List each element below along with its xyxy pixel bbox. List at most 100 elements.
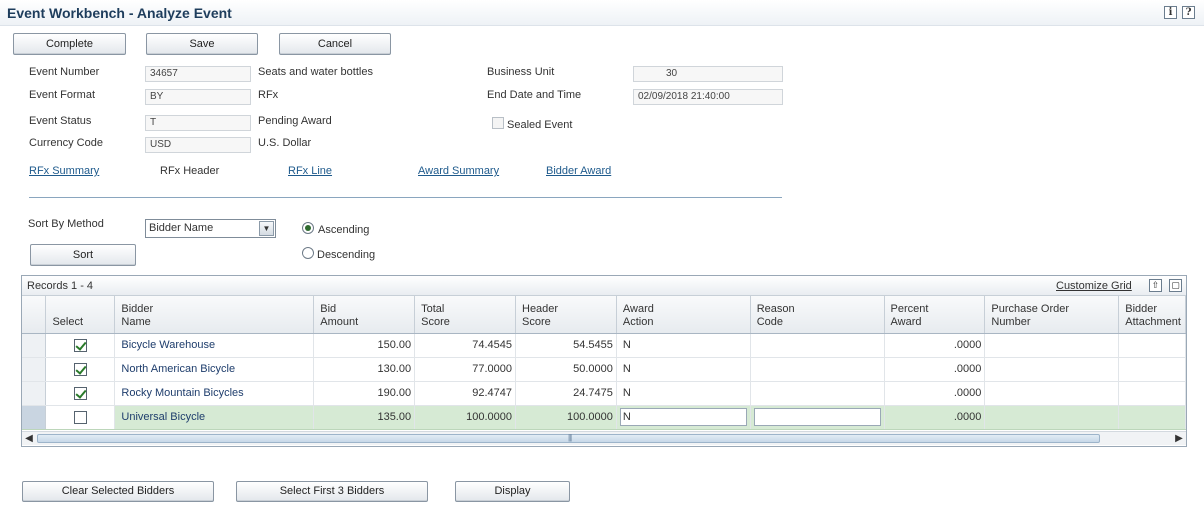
select-cell[interactable] (45, 405, 116, 430)
reason-code-cell[interactable] (750, 405, 885, 430)
complete-button[interactable]: Complete (13, 33, 126, 55)
horizontal-scrollbar[interactable]: ◀ ||| ▶ (22, 431, 1186, 445)
scroll-left-icon[interactable]: ◀ (22, 432, 36, 445)
info-icon[interactable]: i (1164, 6, 1177, 19)
reason-code-cell[interactable] (750, 357, 885, 382)
export-icon[interactable]: ⇧ (1149, 279, 1162, 292)
bidder-award-link[interactable]: Bidder Award (546, 165, 611, 177)
end-date-label: End Date and Time (487, 89, 582, 101)
col-label: Bidder (121, 302, 154, 315)
table-row-selected[interactable]: Universal Bicycle 135.00 100.0000 100.00… (22, 405, 1186, 430)
percent-award-cell: .0000 (884, 405, 986, 430)
award-summary-link[interactable]: Award Summary (418, 165, 499, 177)
maximize-icon[interactable]: ▢ (1169, 279, 1182, 292)
po-number-cell (984, 405, 1120, 430)
event-status-description: Pending Award (258, 115, 332, 127)
col-label: Score (522, 315, 551, 328)
row-header[interactable] (22, 357, 47, 382)
po-number-cell (984, 333, 1120, 358)
col-label: Amount (320, 315, 359, 328)
percent-award-cell: .0000 (884, 357, 986, 382)
column-bidder-name[interactable]: Bidder Name (114, 296, 315, 334)
clear-selected-bidders-button[interactable]: Clear Selected Bidders (22, 481, 214, 502)
scroll-right-icon[interactable]: ▶ (1172, 432, 1186, 445)
percent-award-cell: .0000 (884, 333, 986, 358)
column-header-score[interactable]: Header Score (515, 296, 617, 334)
reason-code-cell[interactable] (750, 381, 885, 406)
column-po-number[interactable]: Purchase Order Number (984, 296, 1120, 334)
grip-icon: ||| (568, 433, 572, 442)
row-header[interactable] (22, 381, 47, 406)
award-action-cell[interactable]: N (616, 333, 751, 358)
sort-method-select[interactable]: Bidder Name ▼ (145, 219, 276, 238)
descending-radio[interactable] (302, 247, 314, 259)
table-row[interactable]: Bicycle Warehouse 150.00 74.4545 54.5455… (22, 333, 1186, 358)
col-label: Score (421, 315, 450, 328)
column-bid-amount[interactable]: Bid Amount (313, 296, 416, 334)
col-label: Total (421, 302, 445, 315)
bid-amount-cell: 190.00 (313, 381, 416, 406)
customize-grid-link[interactable]: Customize Grid (1056, 280, 1132, 292)
help-icon[interactable]: ? (1182, 6, 1195, 19)
select-checkbox[interactable] (73, 338, 87, 352)
event-number-description: Seats and water bottles (258, 66, 373, 78)
award-action-cell[interactable]: N (616, 405, 751, 430)
descending-label: Descending (317, 249, 376, 261)
sort-by-method-label: Sort By Method (28, 218, 104, 230)
bidder-attachment-cell[interactable] (1118, 333, 1186, 358)
award-action-input[interactable]: N (619, 408, 747, 426)
column-total-score[interactable]: Total Score (414, 296, 516, 334)
column-percent-award[interactable]: Percent Award (884, 296, 986, 334)
cancel-button[interactable]: Cancel (279, 33, 391, 55)
rfx-summary-link[interactable]: RFx Summary (29, 165, 99, 177)
bidder-name-cell[interactable]: North American Bicycle (114, 357, 315, 382)
select-checkbox[interactable] (73, 386, 87, 400)
table-row[interactable]: Rocky Mountain Bicycles 190.00 92.4747 2… (22, 381, 1186, 406)
records-count: Records 1 - 4 (27, 280, 94, 292)
award-action-cell[interactable]: N (616, 357, 751, 382)
title-bar: Event Workbench - Analyze Event i ? (0, 0, 1204, 26)
row-header[interactable] (22, 405, 47, 430)
percent-award-cell: .0000 (884, 381, 986, 406)
select-checkbox[interactable] (73, 362, 87, 376)
scrollbar-thumb[interactable]: ||| (37, 433, 1100, 443)
select-cell[interactable] (45, 357, 116, 382)
select-cell[interactable] (45, 381, 116, 406)
event-status-field: T (145, 115, 251, 131)
column-award-action[interactable]: Award Action (616, 296, 751, 334)
reason-code-input[interactable] (753, 408, 881, 426)
bidder-name-cell[interactable]: Universal Bicycle (114, 405, 315, 430)
select-checkbox[interactable] (73, 410, 87, 424)
bidders-table: Select Bidder Name Bid Amount Total Score H… (22, 296, 1186, 430)
ascending-radio[interactable] (302, 222, 314, 234)
col-label: Name (121, 315, 151, 328)
row-header[interactable] (22, 333, 47, 358)
total-score-cell: 77.0000 (414, 357, 516, 382)
col-label: Percent (890, 302, 929, 315)
bidder-name-cell[interactable]: Bicycle Warehouse (114, 333, 315, 358)
save-button[interactable]: Save (146, 33, 258, 55)
sort-button[interactable]: Sort (30, 244, 136, 266)
table-row[interactable]: North American Bicycle 130.00 77.0000 50… (22, 357, 1186, 382)
po-number-cell (984, 381, 1120, 406)
select-cell[interactable] (45, 333, 116, 358)
currency-code-label: Currency Code (29, 137, 103, 149)
rfx-line-link[interactable]: RFx Line (288, 165, 332, 177)
event-number-label: Event Number (29, 66, 100, 78)
col-label: Header (522, 302, 559, 315)
award-action-cell[interactable]: N (616, 381, 751, 406)
bidder-attachment-cell[interactable] (1118, 381, 1186, 406)
bidder-attachment-cell[interactable] (1118, 405, 1186, 430)
select-first-3-bidders-button[interactable]: Select First 3 Bidders (236, 481, 428, 502)
currency-code-field: USD (145, 137, 251, 153)
chevron-down-icon[interactable]: ▼ (259, 221, 274, 236)
reason-code-cell[interactable] (750, 333, 885, 358)
table-header-row: Select Bidder Name Bid Amount Total Score H… (22, 296, 1186, 334)
column-reason-code[interactable]: Reason Code (750, 296, 885, 334)
column-select[interactable]: Select (45, 296, 116, 334)
bidders-grid: Records 1 - 4 Customize Grid ⇧ ▢ Select … (21, 275, 1187, 447)
display-button[interactable]: Display (455, 481, 570, 502)
column-bidder-attachment[interactable]: Bidder Attachment (1118, 296, 1186, 334)
bidder-attachment-cell[interactable] (1118, 357, 1186, 382)
bidder-name-cell[interactable]: Rocky Mountain Bicycles (114, 381, 315, 406)
